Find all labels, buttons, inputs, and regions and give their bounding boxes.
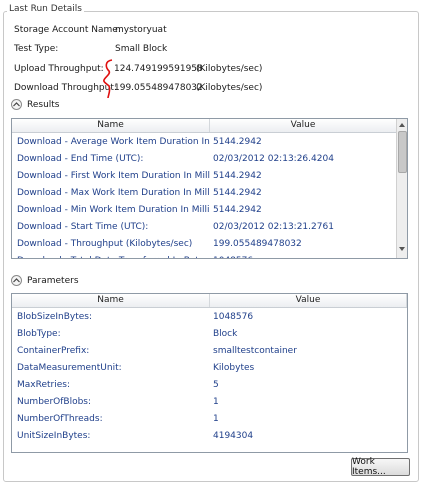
- results-name-cell: Download - Throughput (Kilobytes/sec): [17, 239, 193, 249]
- parameters-value-cell: Kilobytes: [213, 363, 255, 373]
- results-value-cell: 5144.2942: [213, 137, 262, 147]
- results-value-cell: 199.055489478032: [213, 239, 302, 249]
- parameters-value-cell: 1: [213, 397, 219, 407]
- parameters-col-value[interactable]: Value: [210, 294, 407, 307]
- results-header: Name Value: [12, 119, 397, 133]
- parameters-col-name[interactable]: Name: [12, 294, 210, 307]
- annotation-bracket: [103, 59, 113, 99]
- parameters-grid[interactable]: Name Value BlobSizeInBytes: 1048576 BlobTy…: [11, 293, 408, 453]
- results-row[interactable]: Download - Max Work Item Duration In Mil…: [12, 185, 396, 202]
- parameters-value-cell: 5: [213, 380, 219, 390]
- parameters-value-cell: 1048576: [213, 312, 254, 322]
- parameters-title: Parameters: [27, 275, 79, 286]
- upload-throughput-label: Upload Throughput:: [14, 64, 104, 74]
- parameters-name-cell: NumberOfBlobs:: [17, 397, 92, 407]
- results-grid[interactable]: Name Value Download - Average Work Item …: [11, 118, 408, 259]
- results-value-cell: 1048576: [213, 253, 393, 258]
- parameters-expander[interactable]: Parameters: [11, 275, 79, 286]
- results-row[interactable]: Download - Average Work Item Duration In…: [12, 134, 396, 151]
- work-items-button[interactable]: Work Items...: [351, 457, 410, 477]
- results-row[interactable]: Download - Throughput (Kilobytes/sec) 199…: [12, 236, 396, 253]
- results-name-cell: Download - Max Work Item Duration In Mil…: [17, 188, 210, 198]
- results-name-cell: Download - Average Work Item Duration In…: [17, 137, 210, 147]
- download-throughput-value: 199.055489478032: [114, 83, 203, 93]
- results-title: Results: [27, 99, 60, 110]
- results-value-cell: 5144.2942: [213, 171, 262, 181]
- results-row[interactable]: Download - Total Data Transferred In Byt…: [12, 253, 396, 258]
- results-scrollbar[interactable]: [396, 119, 407, 258]
- upload-throughput-unit: (Kilobytes/sec): [196, 64, 263, 74]
- test-type-label: Test Type:: [14, 44, 59, 54]
- results-row[interactable]: Download - Start Time (UTC): 02/03/2012 0…: [12, 219, 396, 236]
- parameters-name-cell: MaxRetries:: [17, 380, 70, 390]
- results-name-cell: Download - End Time (UTC):: [17, 154, 144, 164]
- parameters-name-cell: NumberOfThreads:: [17, 414, 103, 424]
- results-name-cell: Download - First Work Item Duration In M…: [17, 171, 210, 181]
- parameters-value-cell: 1: [213, 414, 219, 424]
- parameters-value-cell: smalltestcontainer: [213, 346, 297, 356]
- parameters-name-cell: BlobType:: [17, 329, 61, 339]
- parameters-row[interactable]: DataMeasurementUnit: Kilobytes: [12, 360, 396, 377]
- storage-account-value: mystoryuat: [115, 25, 167, 35]
- results-row[interactable]: Download - Min Work Item Duration In Mil…: [12, 202, 396, 219]
- results-value-cell: 02/03/2012 02:13:21.2761: [213, 222, 334, 232]
- results-name-cell: Download - Min Work Item Duration In Mil…: [17, 205, 210, 215]
- test-type-value: Small Block: [115, 44, 168, 54]
- parameters-name-cell: UnitSizeInBytes:: [17, 431, 91, 441]
- storage-account-label: Storage Account Name:: [14, 25, 121, 35]
- parameters-row[interactable]: BlobType: Block: [12, 326, 396, 343]
- results-expander[interactable]: Results: [11, 99, 60, 110]
- results-name-cell: Download - Total Data Transferred In Byt…: [17, 253, 210, 258]
- download-throughput-unit: (Kilobytes/sec): [196, 83, 263, 93]
- results-value-cell: 5144.2942: [213, 205, 262, 215]
- scroll-thumb[interactable]: [398, 131, 407, 173]
- parameters-row[interactable]: UnitSizeInBytes: 4194304: [12, 428, 396, 445]
- collapse-chevron-icon[interactable]: [11, 99, 22, 110]
- parameters-value-cell: 4194304: [213, 431, 254, 441]
- parameters-row[interactable]: MaxRetries: 5: [12, 377, 396, 394]
- results-row[interactable]: Download - First Work Item Duration In M…: [12, 168, 396, 185]
- parameters-name-cell: BlobSizeInBytes:: [17, 312, 93, 322]
- upload-throughput-value: 124.749199591958: [114, 64, 203, 74]
- results-col-value[interactable]: Value: [210, 119, 397, 132]
- results-value-cell: 02/03/2012 02:13:26.4204: [213, 154, 334, 164]
- parameters-row[interactable]: ContainerPrefix: smalltestcontainer: [12, 343, 396, 360]
- parameters-row[interactable]: BlobSizeInBytes: 1048576: [12, 309, 396, 326]
- collapse-chevron-icon[interactable]: [11, 275, 22, 286]
- scroll-up-arrow-icon[interactable]: [399, 123, 405, 127]
- group-title: Last Run Details: [7, 4, 84, 14]
- parameters-name-cell: ContainerPrefix:: [17, 346, 90, 356]
- parameters-row[interactable]: NumberOfThreads: 1: [12, 411, 396, 428]
- scroll-down-arrow-icon[interactable]: [399, 247, 405, 251]
- results-col-name[interactable]: Name: [12, 119, 210, 132]
- results-value-cell: 5144.2942: [213, 188, 262, 198]
- parameters-name-cell: DataMeasurementUnit:: [17, 363, 122, 373]
- parameters-value-cell: Block: [213, 329, 238, 339]
- results-row[interactable]: Download - End Time (UTC): 02/03/2012 02:…: [12, 151, 396, 168]
- results-name-cell: Download - Start Time (UTC):: [17, 222, 149, 232]
- parameters-header: Name Value: [12, 294, 407, 308]
- parameters-row[interactable]: NumberOfBlobs: 1: [12, 394, 396, 411]
